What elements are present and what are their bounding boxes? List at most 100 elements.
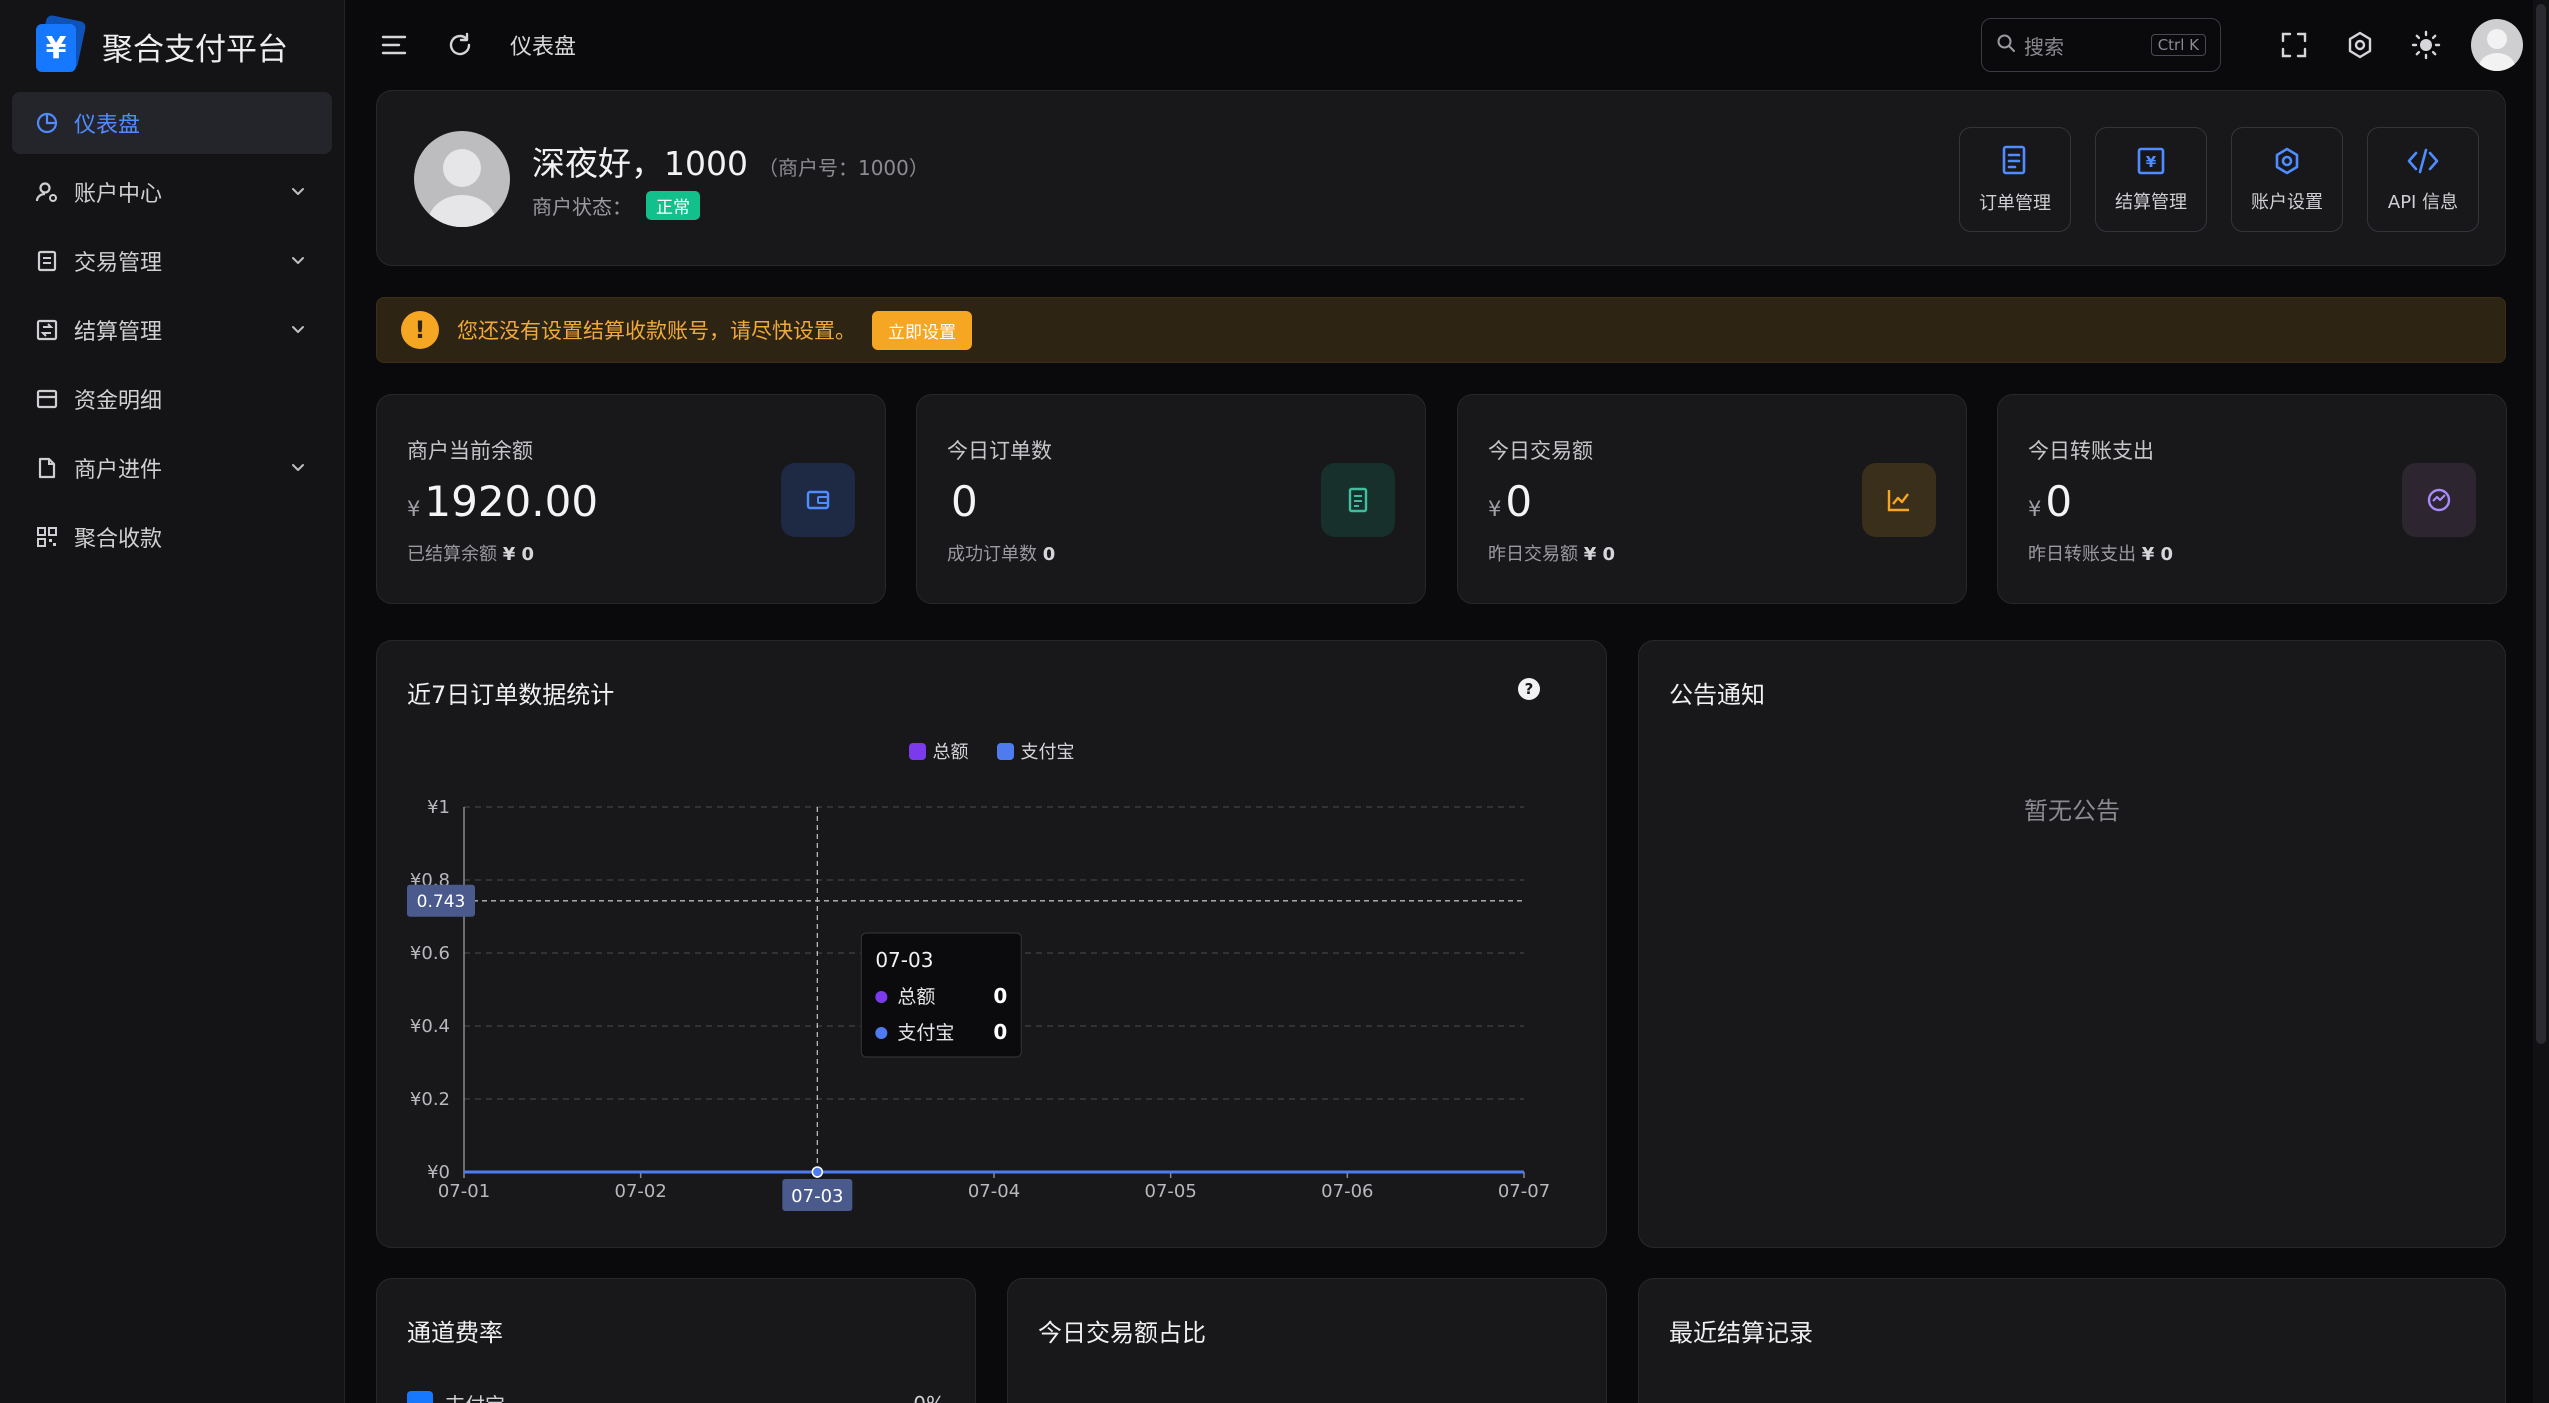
quick-link-api-info[interactable]: API 信息	[2367, 127, 2479, 232]
tooltip-series-name: 支付宝	[897, 1022, 954, 1044]
wallet-card-icon	[34, 386, 60, 412]
stat-sub: 成功订单数 0	[947, 540, 1055, 566]
file-edit-icon	[34, 455, 60, 481]
sidebar-item-label: 结算管理	[74, 320, 163, 345]
order-stats-chart-card: 近7日订单数据统计 ? 总额 支付宝 ¥0 ¥0.2 ¥0.4 ¥0.6 ¥0.8 ¥1 0…	[376, 640, 1607, 1248]
tooltip-series-value: 0	[993, 984, 1007, 1008]
x-tick-label: 07-06	[1321, 1181, 1373, 1202]
code-icon	[2406, 146, 2440, 180]
sidebar-item-1[interactable]: 账户中心	[12, 161, 332, 223]
stat-card-0: 商户当前余额 ¥1920.00 已结算余额 ¥ 0	[376, 394, 886, 604]
fullscreen-icon[interactable]	[2271, 22, 2317, 68]
greeting: 深夜好，1000 （商户号：1000）	[532, 137, 929, 185]
settlement-alert: ! 您还没有设置结算收款账号，请尽快设置。 立即设置	[376, 297, 2506, 363]
stat-sub: 已结算余额 ¥ 0	[407, 540, 534, 566]
stat-number: 0	[1505, 477, 1533, 526]
stat-value: ¥0	[2028, 477, 2072, 526]
top-header: 仪表盘 搜索 Ctrl K	[346, 0, 2549, 90]
status-label: 商户状态：	[532, 195, 632, 219]
notice-card: 公告通知 暂无公告	[1638, 640, 2506, 1248]
stat-sub-label: 成功订单数	[947, 544, 1037, 565]
merchant-number: （商户号：1000）	[757, 156, 929, 180]
recent-settlement-title: 最近结算记录	[1669, 1319, 1813, 1347]
x-tick-label: 07-01	[438, 1181, 490, 1202]
sidebar-item-6[interactable]: 聚合收款	[12, 506, 332, 568]
sidebar-item-4[interactable]: 资金明细	[12, 368, 332, 430]
stat-sub-value: 0	[1042, 544, 1056, 565]
x-tick-label: 07-05	[1145, 1181, 1197, 1202]
sidebar-item-label: 商户进件	[74, 458, 163, 483]
merchant-avatar	[414, 131, 510, 227]
settlement-icon	[34, 317, 60, 343]
gear-icon	[2272, 146, 2302, 180]
stat-number: 0	[951, 477, 978, 526]
search-icon	[1996, 33, 2016, 57]
stat-card-3: 今日转账支出 ¥0 昨日转账支出 ¥ 0	[1997, 394, 2507, 604]
sidebar-item-label: 聚合收款	[74, 527, 163, 552]
stat-title: 今日转账支出	[2028, 439, 2154, 463]
y-tick-label: ¥0.4	[410, 1016, 450, 1037]
menu-toggle-icon[interactable]	[374, 25, 414, 65]
stat-sub-value: ¥ 0	[502, 544, 535, 565]
stat-title: 商户当前余额	[407, 439, 533, 463]
sidebar-item-label: 账户中心	[74, 182, 163, 207]
stat-number: 1920.00	[424, 477, 599, 526]
stat-sub-value: ¥ 0	[2141, 544, 2174, 565]
chevron-down-icon	[288, 250, 310, 272]
quick-link-account-settings[interactable]: 账户设置	[2231, 127, 2343, 232]
stat-sub: 昨日交易额 ¥ 0	[1488, 540, 1615, 566]
recent-settlement-card: 最近结算记录	[1638, 1278, 2506, 1403]
alert-text: 您还没有设置结算收款账号，请尽快设置。	[457, 319, 856, 343]
tooltip-title: 07-03	[875, 948, 933, 972]
page-scrollbar[interactable]	[2533, 0, 2549, 1403]
chevron-down-icon	[288, 457, 310, 479]
sidebar-item-5[interactable]: 商户进件	[12, 437, 332, 499]
line-chart[interactable]: ¥0¥0.2¥0.4¥0.6¥0.8¥107-01 07-02 07-04 07-05…	[377, 641, 1606, 1247]
settings-icon[interactable]	[2337, 22, 2383, 68]
receipt-icon	[1321, 463, 1395, 537]
sidebar-item-0[interactable]: 仪表盘	[12, 92, 332, 154]
crosshair-x-label: 07-03	[791, 1186, 843, 1207]
quick-link-settlement[interactable]: ¥ 结算管理	[2095, 127, 2207, 232]
channel-rates-title: 通道费率	[407, 1319, 503, 1347]
brand[interactable]: ¥ 聚合支付平台	[0, 0, 344, 92]
stat-card-2: 今日交易额 ¥0 昨日交易额 ¥ 0	[1457, 394, 1967, 604]
theme-toggle-icon[interactable]	[2403, 22, 2449, 68]
search-input[interactable]: 搜索 Ctrl K	[1981, 18, 2221, 72]
hover-point	[811, 1166, 824, 1178]
setup-now-button[interactable]: 立即设置	[872, 310, 972, 350]
sidebar-item-2[interactable]: 交易管理	[12, 230, 332, 292]
chevron-down-icon	[288, 319, 310, 341]
search-placeholder: 搜索	[2024, 34, 2064, 59]
refresh-icon[interactable]	[440, 25, 480, 65]
order-icon	[2000, 145, 2030, 181]
channel-rates-card: 通道费率 支付宝 0%	[376, 1278, 976, 1403]
svg-text:¥: ¥	[2146, 153, 2157, 171]
user-avatar[interactable]	[2471, 19, 2523, 71]
rate-value: 0%	[913, 1392, 945, 1403]
crosshair-y-label: 0.743	[417, 892, 466, 912]
currency-symbol: ¥	[407, 497, 421, 521]
brand-logo: ¥	[34, 14, 87, 74]
y-tick-label: ¥0.6	[410, 943, 450, 964]
transfer-icon	[2402, 463, 2476, 537]
quick-link-label: API 信息	[2387, 191, 2459, 213]
stat-value: ¥1920.00	[407, 477, 598, 526]
tooltip-dot	[875, 991, 888, 1003]
stat-sub-label: 昨日转账支出	[2028, 544, 2136, 565]
y-tick-label: ¥1	[427, 797, 450, 818]
yen-box-icon: ¥	[2136, 146, 2166, 180]
quick-link-orders[interactable]: 订单管理	[1959, 127, 2071, 232]
currency-symbol: ¥	[2028, 497, 2042, 521]
y-tick-label: ¥0	[427, 1162, 450, 1183]
quick-link-label: 结算管理	[2115, 191, 2187, 213]
tooltip-series-name: 总额	[897, 986, 935, 1008]
stat-sub-value: ¥ 0	[1583, 544, 1616, 565]
notice-title: 公告通知	[1669, 681, 1765, 709]
sidebar-item-label: 仪表盘	[74, 113, 141, 138]
dashboard-icon	[34, 110, 60, 136]
sidebar-item-3[interactable]: 结算管理	[12, 299, 332, 361]
scrollbar-thumb[interactable]	[2536, 4, 2546, 1044]
search-shortcut: Ctrl K	[2150, 34, 2206, 56]
sidebar-item-label: 交易管理	[74, 251, 163, 276]
